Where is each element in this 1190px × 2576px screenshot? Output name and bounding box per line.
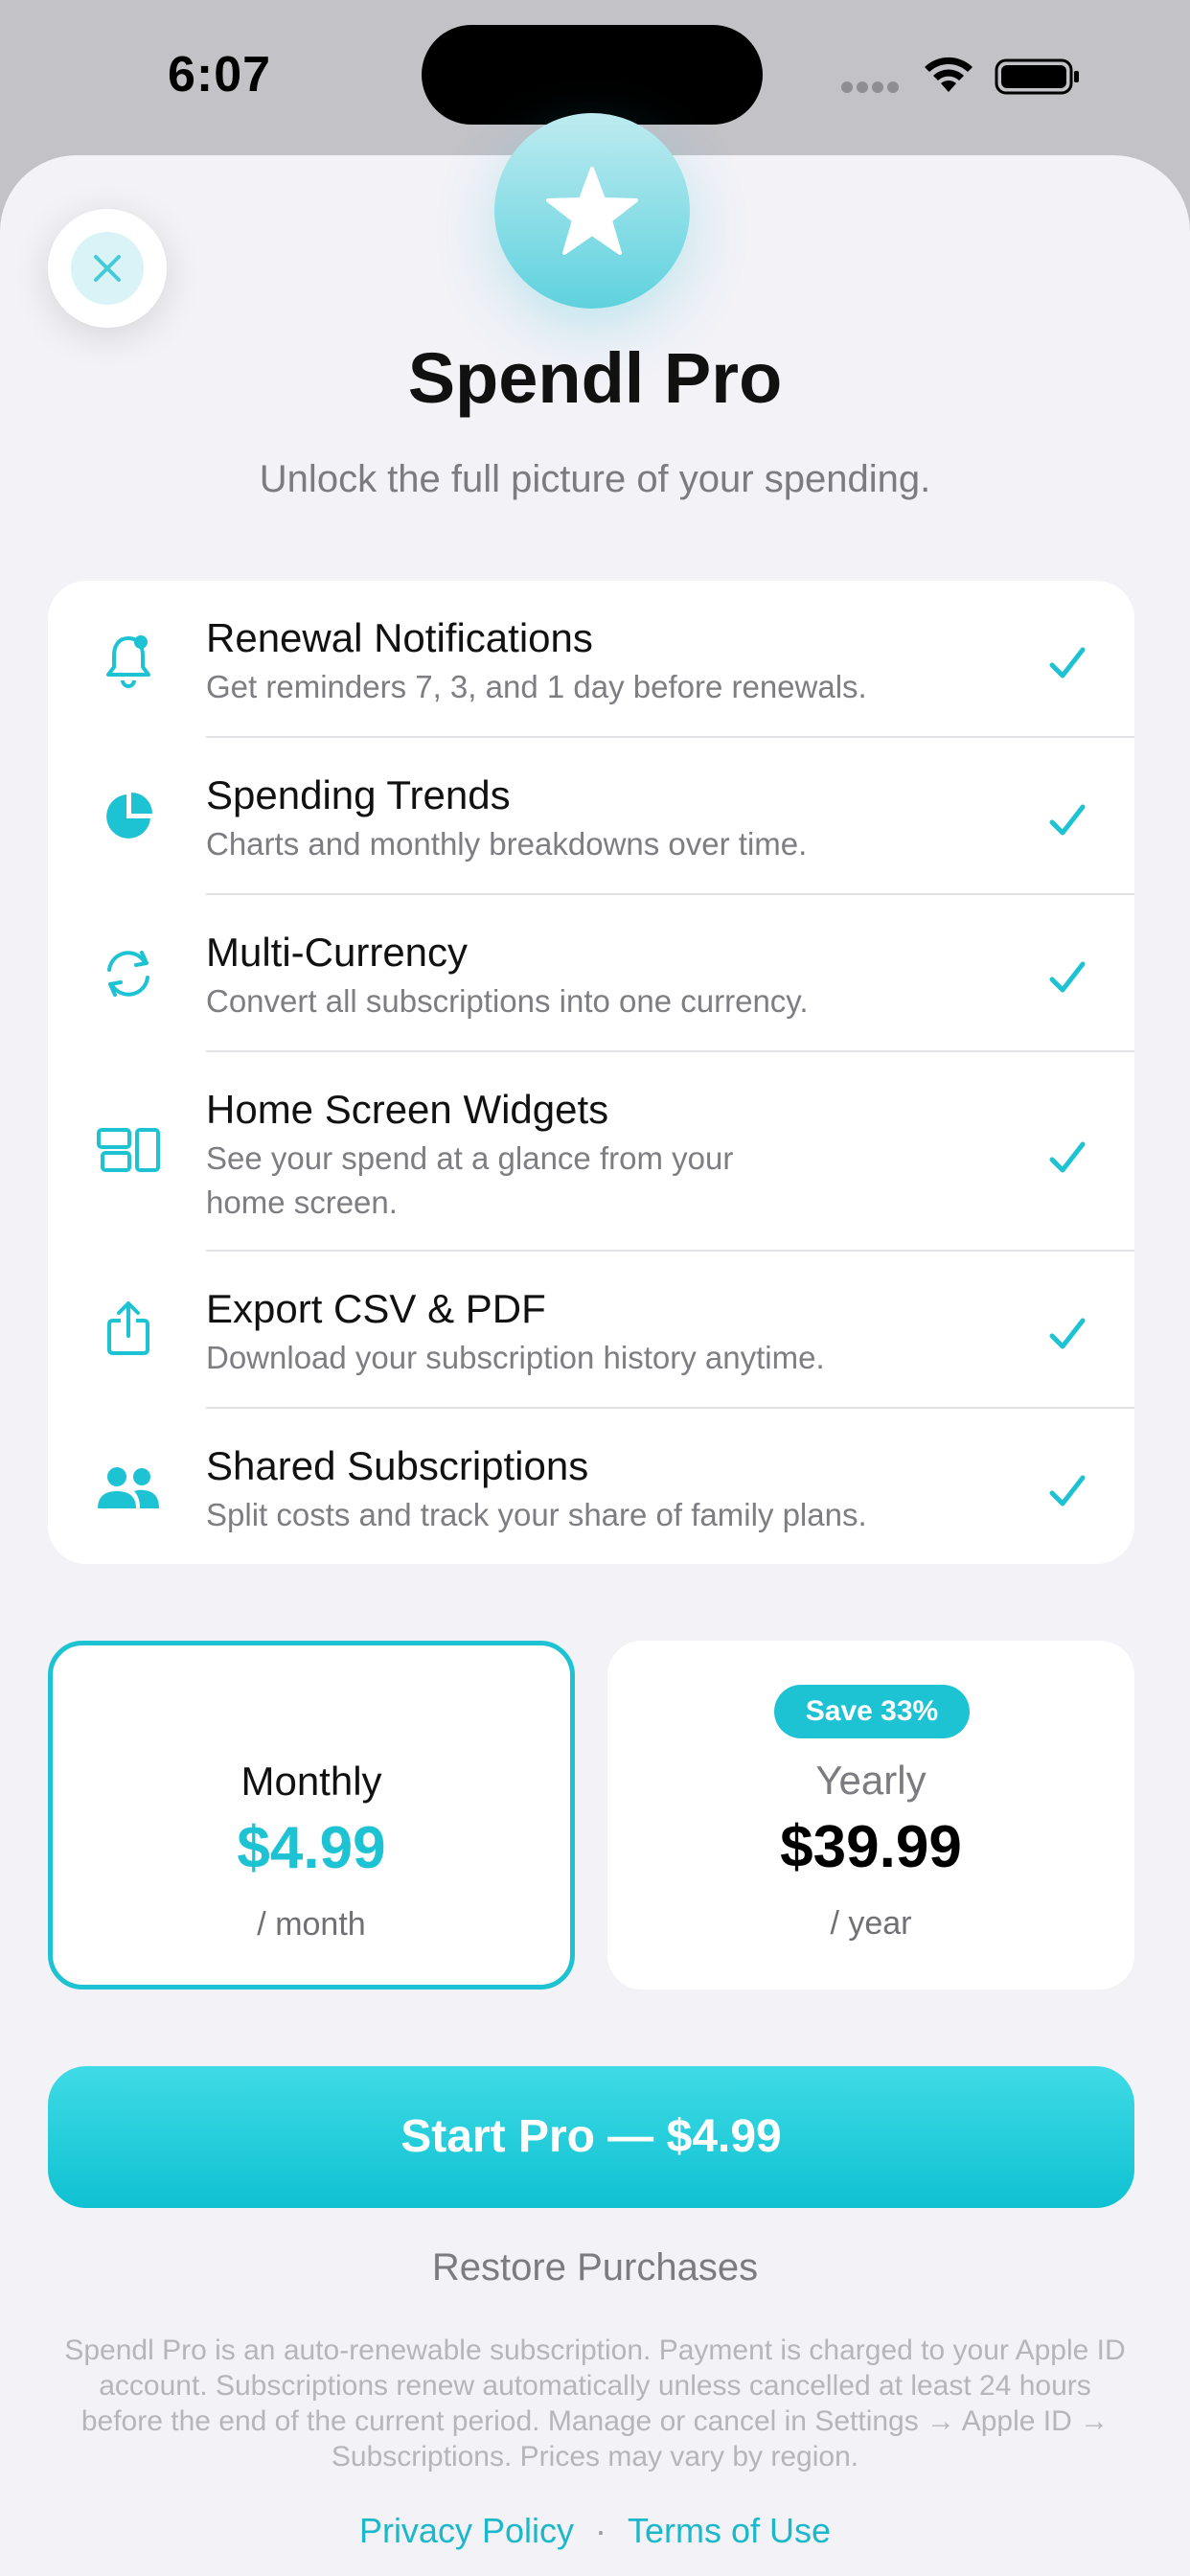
close-button[interactable] <box>48 209 167 328</box>
plan-price: $4.99 <box>237 1815 386 1881</box>
plan-period: / year <box>830 1905 912 1942</box>
feature-description: Split costs and track your share of fami… <box>206 1497 867 1532</box>
restore-purchases-button[interactable]: Restore Purchases <box>0 2246 1190 2289</box>
checkmark-icon <box>1049 647 1086 678</box>
widgets-icon <box>92 1114 165 1186</box>
battery-icon <box>995 58 1079 95</box>
people-icon <box>92 1451 165 1524</box>
star-icon <box>494 113 690 309</box>
feature-row: Renewal Notifications Get reminders 7, 3… <box>48 581 1134 738</box>
checkmark-icon <box>1049 1318 1086 1349</box>
footer-links: Privacy Policy · Terms of Use <box>0 2511 1190 2551</box>
feature-description: Get reminders 7, 3, and 1 day before ren… <box>206 669 867 704</box>
feature-title: Home Screen Widgets <box>206 1087 609 1132</box>
cellular-signal-icon <box>841 80 903 94</box>
feature-row: Spending Trends Charts and monthly break… <box>48 738 1134 895</box>
share-icon <box>92 1292 165 1365</box>
feature-row: Shared Subscriptions Split costs and tra… <box>48 1409 1134 1564</box>
page-subtitle: Unlock the full picture of your spending… <box>259 458 931 500</box>
checkmark-icon <box>1049 804 1086 836</box>
feature-row: Multi-Currency Convert all subscriptions… <box>48 895 1134 1052</box>
feature-title: Spending Trends <box>206 772 511 817</box>
feature-description: Download your subscription history anyti… <box>206 1340 825 1375</box>
plan-period: / month <box>257 1906 366 1943</box>
checkmark-icon <box>1049 1141 1086 1173</box>
save-badge: Save 33% <box>774 1685 970 1738</box>
features-card: Renewal Notifications Get reminders 7, 3… <box>48 581 1134 1564</box>
feature-row: Export CSV & PDF Download your subscript… <box>48 1252 1134 1409</box>
plan-monthly-option[interactable]: Monthly $4.99 / month <box>48 1641 575 1990</box>
link-separator: · <box>595 2511 606 2550</box>
checkmark-icon <box>1049 1475 1086 1506</box>
feature-row: Home Screen Widgets See your spend at a … <box>48 1052 1134 1252</box>
plan-name: Monthly <box>240 1759 382 1804</box>
bell-icon <box>92 623 165 696</box>
refresh-icon <box>92 937 165 1010</box>
plan-yearly-option[interactable]: Save 33% Yearly $39.99 / year <box>607 1641 1134 1990</box>
feature-title: Multi-Currency <box>206 930 469 975</box>
feature-title: Export CSV & PDF <box>206 1286 546 1331</box>
feature-description: Convert all subscriptions into one curre… <box>206 983 809 1019</box>
start-pro-button[interactable]: Start Pro — $4.99 <box>48 2066 1134 2208</box>
feature-title: Renewal Notifications <box>206 615 593 660</box>
feature-description: See your spend at a glance from your hom… <box>206 1140 734 1220</box>
legal-text: Spendl Pro is an auto-renewable subscrip… <box>64 2334 1126 2472</box>
plan-price: $39.99 <box>780 1814 962 1880</box>
page-title: Spendl Pro <box>407 338 783 418</box>
terms-of-use-link[interactable]: Terms of Use <box>628 2511 831 2550</box>
close-icon <box>71 232 144 305</box>
feature-description: Charts and monthly breakdowns over time. <box>206 826 808 862</box>
dynamic-island <box>422 25 763 125</box>
privacy-policy-link[interactable]: Privacy Policy <box>359 2511 574 2550</box>
feature-title: Shared Subscriptions <box>206 1443 589 1488</box>
checkmark-icon <box>1049 961 1086 993</box>
pie-chart-icon <box>92 780 165 853</box>
status-time: 6:07 <box>168 47 272 103</box>
wifi-icon <box>925 57 973 92</box>
plan-name: Yearly <box>815 1758 927 1803</box>
